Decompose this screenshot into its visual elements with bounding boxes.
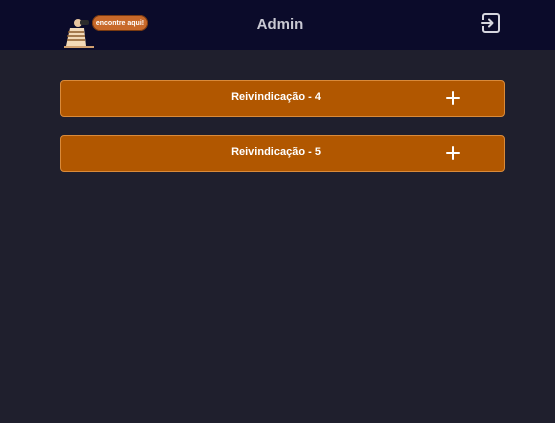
plus-icon[interactable] (445, 90, 461, 106)
logout-icon[interactable] (479, 11, 503, 35)
claim-label: Reivindicação - 4 (231, 91, 321, 103)
logo-badge: encontre aqui! (92, 15, 148, 31)
claim-accordion-4[interactable]: Reivindicação - 4 (60, 80, 505, 117)
claim-label: Reivindicação - 5 (231, 146, 321, 158)
page-title: Admin (256, 16, 304, 33)
plus-icon[interactable] (445, 145, 461, 161)
claim-accordion-5[interactable]: Reivindicação - 5 (60, 135, 505, 172)
logo-text: encontre aqui! (95, 19, 145, 27)
top-navbar: encontre aqui! Admin (0, 0, 555, 50)
logo[interactable]: encontre aqui! (62, 12, 152, 48)
logo-figure-icon (64, 19, 94, 48)
